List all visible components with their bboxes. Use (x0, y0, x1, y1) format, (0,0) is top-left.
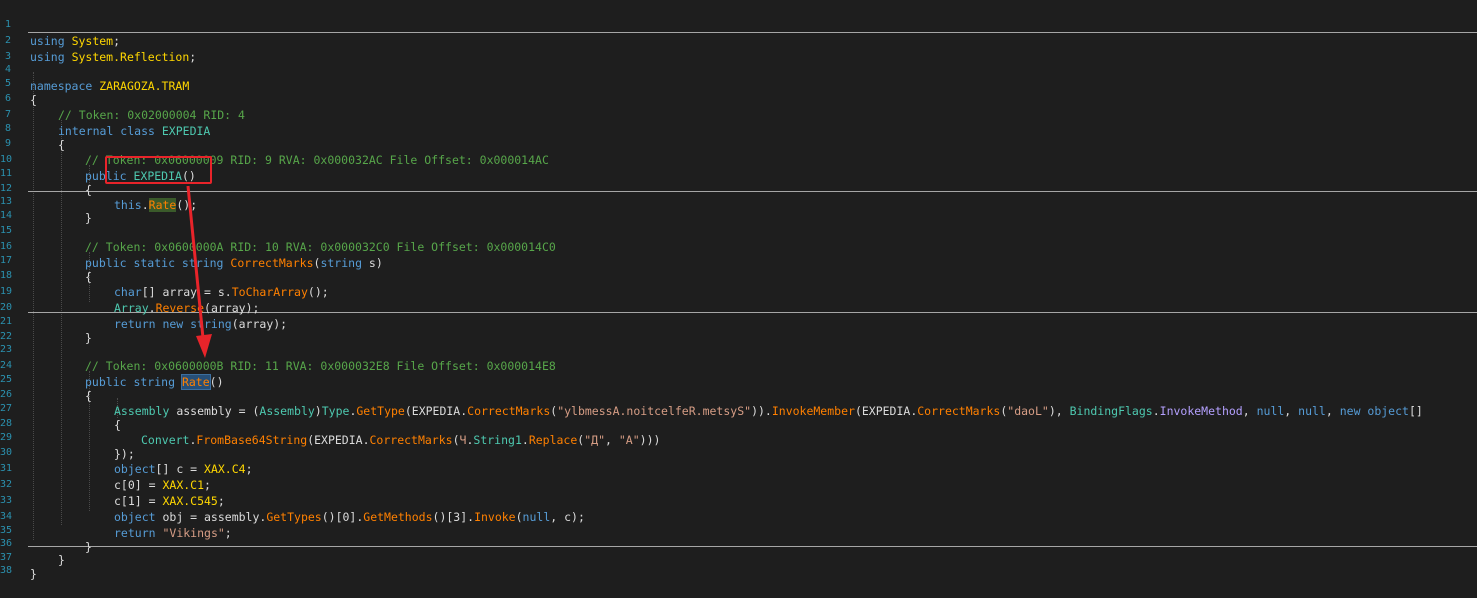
arrow-annotation (186, 185, 212, 358)
arrow-head (196, 334, 212, 358)
arrow-shaft (186, 185, 205, 339)
code-editor[interactable]: 1 using System; 2 using System.Reflectio… (0, 0, 1477, 583)
